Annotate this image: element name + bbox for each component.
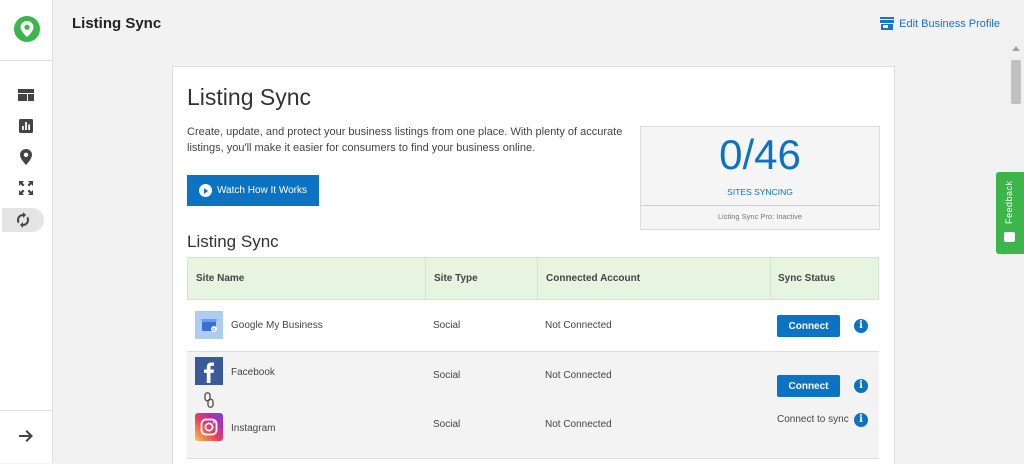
sync-status-text: Connect to sync xyxy=(777,414,849,425)
connected-account: Not Connected xyxy=(545,320,612,331)
play-icon xyxy=(198,184,212,197)
logo-icon[interactable] xyxy=(14,16,40,42)
table-row: G Google My Business Social Not Connecte… xyxy=(187,300,879,352)
info-icon[interactable]: i xyxy=(854,413,868,427)
card-title: Listing Sync xyxy=(187,84,312,110)
location-pin-icon xyxy=(20,149,32,165)
connect-button[interactable]: Connect xyxy=(777,315,840,337)
sidebar-divider xyxy=(0,410,52,411)
edit-business-profile-link[interactable]: Edit Business Profile xyxy=(880,17,1000,30)
column-header-site-name: Site Name xyxy=(196,273,245,284)
connect-button[interactable]: Connect xyxy=(777,375,840,397)
watch-how-it-works-button[interactable]: Watch How It Works xyxy=(187,175,319,206)
sidebar-item-listing-sync[interactable] xyxy=(2,208,44,232)
site-type: Social xyxy=(433,320,461,331)
scroll-up-arrow-icon[interactable] xyxy=(1012,46,1020,51)
table-row xyxy=(187,459,879,464)
feedback-tab[interactable]: Feedback xyxy=(996,172,1024,254)
sidebar-item-dashboard[interactable] xyxy=(0,83,52,107)
sidebar xyxy=(0,0,53,463)
site-type: Social xyxy=(433,419,461,430)
site-name: Instagram xyxy=(231,423,276,434)
sync-caption: SITES SYNCING xyxy=(727,187,793,197)
section-title: Listing Sync xyxy=(187,232,279,251)
facebook-icon xyxy=(195,357,223,385)
column-header-site-type: Site Type xyxy=(434,273,478,284)
listing-sync-card: Listing Sync Create, update, and protect… xyxy=(172,66,895,464)
table-row-group: Facebook Social Not Connected Connect i … xyxy=(187,352,879,459)
dashboard-icon xyxy=(18,89,34,101)
top-header: Listing Sync Edit Business Profile xyxy=(53,0,1008,48)
feedback-icon xyxy=(1004,232,1015,242)
sync-count: 0/46 xyxy=(719,131,801,178)
card-description: Create, update, and protect your busines… xyxy=(187,126,623,154)
feedback-label: Feedback xyxy=(1004,180,1014,224)
expand-icon xyxy=(19,181,33,195)
info-icon[interactable]: i xyxy=(854,379,868,393)
sidebar-expand-toggle[interactable] xyxy=(0,424,52,448)
scroll-thumb[interactable] xyxy=(1011,60,1021,104)
edit-business-profile-label: Edit Business Profile xyxy=(899,17,1000,30)
connected-account: Not Connected xyxy=(545,370,612,381)
column-divider xyxy=(770,258,771,301)
instagram-icon xyxy=(195,413,223,441)
connected-account: Not Connected xyxy=(545,419,612,430)
storefront-icon xyxy=(880,17,895,30)
site-name: Facebook xyxy=(231,367,275,378)
site-type: Social xyxy=(433,370,461,381)
svg-text:G: G xyxy=(212,327,216,332)
sync-summary-box: 0/46 SITES SYNCING Listing Sync Pro: Ina… xyxy=(640,126,880,230)
sidebar-item-locations[interactable] xyxy=(0,145,52,169)
arrow-right-icon xyxy=(19,430,33,442)
sidebar-divider xyxy=(0,60,52,61)
column-header-connected-account: Connected Account xyxy=(546,273,641,284)
link-icon xyxy=(204,392,214,408)
sidebar-item-reports[interactable] xyxy=(0,114,52,138)
info-icon[interactable]: i xyxy=(854,319,868,333)
sidebar-item-expand[interactable] xyxy=(0,176,52,200)
watch-button-label: Watch How It Works xyxy=(216,185,307,196)
bar-chart-icon xyxy=(19,119,33,133)
sync-divider xyxy=(641,205,879,206)
site-name: Google My Business xyxy=(231,320,323,331)
sync-pro-status: Listing Sync Pro: Inactive xyxy=(717,212,803,221)
table-header: Site Name Site Type Connected Account Sy… xyxy=(187,257,879,301)
column-header-sync-status: Sync Status xyxy=(778,273,836,284)
sync-icon xyxy=(17,212,29,228)
page-title: Listing Sync xyxy=(72,15,162,32)
google-my-business-icon: G xyxy=(195,311,223,339)
column-divider xyxy=(537,258,538,301)
column-divider xyxy=(425,258,426,301)
